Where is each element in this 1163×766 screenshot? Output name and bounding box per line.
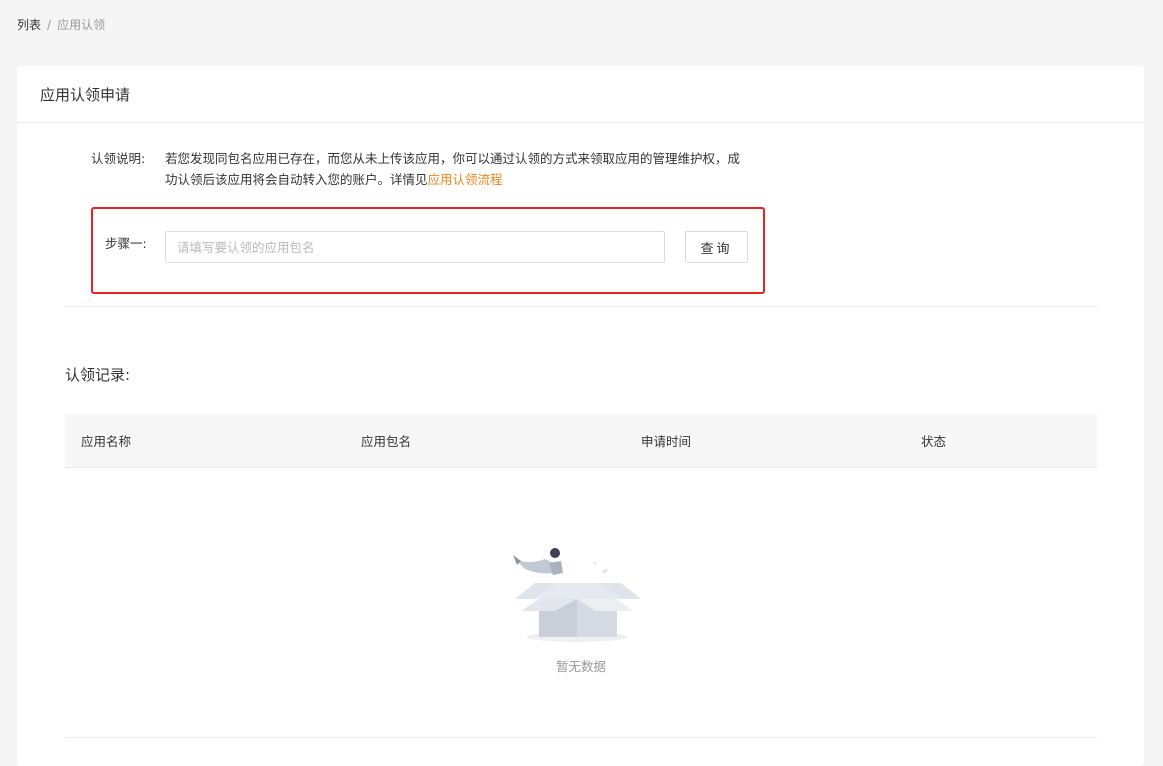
- description-body: 若您发现同包名应用已存在，而您从未上传该应用，你可以通过认领的方式来领取应用的管…: [165, 148, 751, 190]
- step-one-highlight: 步骤一: 查询: [91, 207, 765, 294]
- breadcrumb-current: 应用认领: [57, 18, 106, 32]
- card-header: 应用认领申请: [17, 66, 1144, 123]
- records-title: 认领记录:: [65, 366, 131, 384]
- package-name-input[interactable]: [165, 231, 665, 263]
- records-table: 应用名称 应用包名 申请时间 状态 暂无数据: [65, 414, 1097, 674]
- claim-card: 应用认领申请 认领说明: 若您发现同包名应用已存在，而您从未上传该应用，你可以通…: [17, 66, 1144, 766]
- column-header-package-name: 应用包名: [361, 434, 412, 449]
- empty-text: 暂无数据: [555, 659, 606, 674]
- section-divider: [65, 306, 1097, 307]
- page-title: 应用认领申请: [40, 85, 131, 104]
- empty-state: 暂无数据: [65, 469, 1097, 739]
- breadcrumb: 列表 / 应用认领: [17, 17, 105, 33]
- column-header-apply-time: 申请时间: [641, 434, 692, 449]
- column-header-app-name: 应用名称: [81, 434, 132, 449]
- query-button[interactable]: 查询: [685, 231, 748, 263]
- empty-box-icon: [505, 539, 645, 653]
- table-bottom-divider: [65, 737, 1097, 738]
- claim-process-link[interactable]: 应用认领流程: [428, 172, 503, 187]
- breadcrumb-separator: /: [47, 18, 52, 32]
- step-one-label: 步骤一:: [105, 236, 147, 251]
- description-label: 认领说明:: [91, 151, 146, 166]
- claim-description: 认领说明: 若您发现同包名应用已存在，而您从未上传该应用，你可以通过认领的方式来…: [91, 148, 751, 190]
- column-header-status: 状态: [921, 434, 947, 449]
- breadcrumb-root[interactable]: 列表: [17, 18, 41, 32]
- table-header: 应用名称 应用包名 申请时间 状态: [65, 414, 1097, 468]
